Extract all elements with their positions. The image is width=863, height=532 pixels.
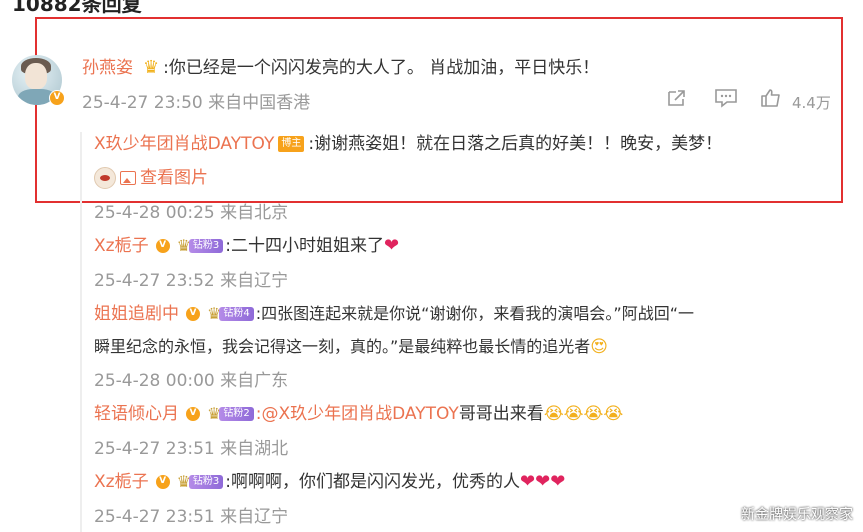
crying-emoji-icon: 😭😭😭😭 [543,404,624,424]
reply-text: :啊啊啊，你们都是闪闪发光，优秀的人 [225,472,521,492]
reply-item: Xz栀子 V ♛ 钻粉3 :啊啊啊，你们都是闪闪发光，优秀的人 ❤❤❤ [94,471,565,493]
host-reply: X玖少年团肖战DAYTOY 博主 :谢谢燕姿姐！就在日落之后真的好美！！晚安，美… [94,133,722,155]
reply-username[interactable]: 轻语倾心月 [94,403,179,425]
page-title: 10882条回复 [12,0,142,16]
reply-text: 哥哥出来看 [458,404,544,424]
reply-meta: 25-4-28 00:00 来自广东 [94,371,289,391]
verified-icon: V [154,238,171,254]
host-reply-attachment: 查看图片 [94,167,208,189]
reply-item-continued: 瞬里纪念的永恒，我会记得这一刻，真的。”是最纯粹也最长情的追光者 😍 [94,336,608,358]
reply-item: Xz栀子 V ♛ 钻粉3 :二十四小时姐姐来了 ❤ [94,235,399,257]
reply-username[interactable]: Xz栀子 [94,235,149,257]
main-comment-text: :你已经是一个闪闪发亮的大人了。 肖战加油，平日快乐！ [163,58,600,78]
fan-badge: ♛ 钻粉2 [207,403,254,425]
like-icon[interactable] [760,88,782,113]
heart-icon: ❤❤❤ [520,471,566,492]
heart-icon: ❤ [384,235,400,256]
main-comment-meta: 25-4-27 23:50 来自中国香港 [82,93,311,113]
reply-username[interactable]: 姐姐追剧中 [94,303,179,325]
reply-meta: 25-4-27 23:51 来自辽宁 [94,507,289,527]
emoji-icon: 😍 [590,337,609,357]
fan-badge-level: 钻粉3 [188,239,224,253]
mention-link[interactable]: :@X玖少年团肖战DAYTOY [256,403,459,425]
comment-icon[interactable] [714,88,738,113]
fan-badge-level: 钻粉2 [219,407,254,421]
verified-icon: V [49,90,65,106]
image-icon [120,171,136,185]
like-count: 4.4万 [792,94,831,112]
watermark: 新金牌娱乐观察家 [741,507,853,523]
view-image-link[interactable]: 查看图片 [140,167,208,189]
sticker-icon [94,167,116,189]
main-comment: 孙燕姿 ♛ :你已经是一个闪闪发亮的大人了。 肖战加油，平日快乐！ [82,57,599,79]
verified-icon: V [185,306,201,322]
reply-username[interactable]: Xz栀子 [94,471,149,493]
fan-badge-level: 钻粉4 [219,307,254,321]
host-reply-meta: 25-4-28 00:25 来自北京 [94,203,289,223]
verified-icon: V [154,474,171,490]
host-reply-username[interactable]: X玖少年团肖战DAYTOY [94,133,274,155]
reply-thread-line [80,132,82,532]
fan-badge: ♛ 钻粉3 [177,235,224,257]
reply-meta: 25-4-27 23:51 来自湖北 [94,439,289,459]
fan-badge: ♛ 钻粉3 [177,471,224,493]
reply-item: 姐姐追剧中 V ♛ 钻粉4 :四张图连起来就是你说“谢谢你，来看我的演唱会。”阿… [94,303,694,325]
fan-badge-level: 钻粉3 [188,475,224,489]
fan-badge: ♛ 钻粉4 [207,303,254,325]
verified-icon: V [185,406,201,422]
host-badge: 博主 [278,136,305,152]
reply-text: 瞬里纪念的永恒，我会记得这一刻，真的。”是最纯粹也最长情的追光者 [94,337,591,356]
reply-text: :四张图连起来就是你说“谢谢你，来看我的演唱会。”阿战回“一 [255,304,694,323]
crown-icon: ♛ [143,57,160,78]
reply-meta: 25-4-27 23:52 来自辽宁 [94,271,289,291]
reply-text: :二十四小时姐姐来了 [225,236,385,256]
reply-item: 轻语倾心月 V ♛ 钻粉2 :@X玖少年团肖战DAYTOY 哥哥出来看 😭😭😭😭 [94,403,623,425]
share-icon[interactable] [666,88,688,113]
host-reply-text: :谢谢燕姿姐！就在日落之后真的好美！！晚安，美梦！ [308,134,723,154]
main-comment-username[interactable]: 孙燕姿 [82,57,133,79]
